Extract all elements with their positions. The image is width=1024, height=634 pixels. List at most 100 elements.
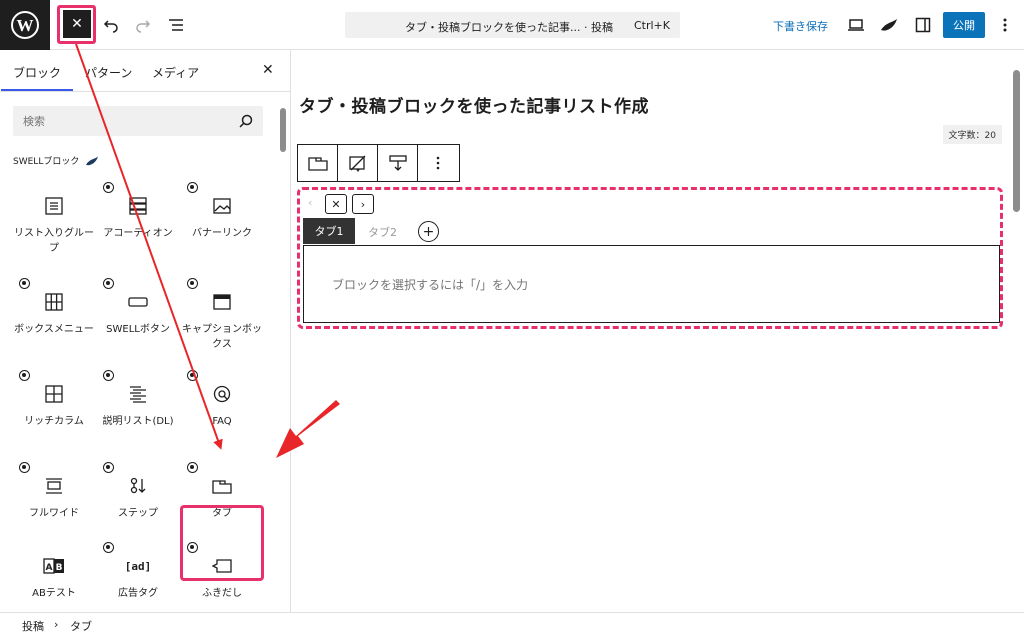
- chevron-right-icon: ›: [54, 618, 59, 631]
- tab-2[interactable]: タブ2: [368, 224, 397, 240]
- document-overview-icon[interactable]: [165, 14, 187, 36]
- swell-badge-icon: [103, 182, 114, 193]
- block-inserter-sidebar: ブロック パターン メディア ✕ SWELLブロック リスト入りグループ アコー…: [0, 50, 291, 612]
- options-more-icon[interactable]: [994, 14, 1016, 36]
- block-faq[interactable]: FAQ: [181, 370, 263, 454]
- block-label: 広告タグ: [118, 588, 158, 599]
- drag-handle-button[interactable]: [338, 145, 378, 181]
- block-label: キャプションボックス: [182, 324, 262, 350]
- more-vertical-icon: [436, 156, 440, 170]
- swell-badge-icon: [187, 370, 198, 381]
- swell-leaf-icon: [86, 156, 99, 165]
- search-input[interactable]: [13, 106, 213, 136]
- block-label: リスト入りグループ: [14, 228, 94, 254]
- tab-content-area[interactable]: ブロックを選択するには「/」を入力: [303, 245, 1000, 323]
- redo-icon[interactable]: [132, 14, 154, 36]
- swell-badge-icon: [103, 462, 114, 473]
- breadcrumb-post[interactable]: 投稿: [22, 618, 44, 634]
- highlight-tab-block: [180, 505, 264, 581]
- tab-prev-icon: ‹: [308, 196, 313, 209]
- columns-icon: [42, 382, 66, 406]
- button-icon: [126, 290, 150, 314]
- svg-text:B: B: [56, 563, 63, 573]
- swell-badge-icon: [187, 182, 198, 193]
- wordpress-logo-icon[interactable]: W: [0, 0, 50, 50]
- caption-box-icon: [210, 290, 234, 314]
- tab-delete-button[interactable]: ✕: [325, 194, 347, 214]
- block-placeholder: ブロックを選択するには「/」を入力: [332, 278, 529, 292]
- block-swell-button[interactable]: SWELLボタン: [97, 278, 179, 362]
- breadcrumb-tab[interactable]: タブ: [70, 618, 92, 634]
- command-bar-shortcut: Ctrl+K: [633, 19, 670, 32]
- block-list-group[interactable]: リスト入りグループ: [13, 182, 95, 266]
- block-caption-box[interactable]: キャプションボックス: [181, 278, 263, 362]
- block-label: バナーリンク: [192, 228, 252, 239]
- tab-block-type-button[interactable]: [298, 145, 338, 181]
- swell-badge-icon: [19, 462, 30, 473]
- block-label: アコーディオン: [103, 228, 173, 239]
- image-icon: [210, 194, 234, 218]
- block-banner-link[interactable]: バナーリンク: [181, 182, 263, 266]
- block-accordion[interactable]: アコーディオン: [97, 182, 179, 266]
- tab-icon: [307, 157, 328, 171]
- add-tab-button[interactable]: +: [418, 221, 439, 242]
- ab-test-icon: AB: [42, 554, 66, 578]
- tab-blocks[interactable]: ブロック: [0, 64, 74, 91]
- block-label: ステップ: [118, 508, 158, 519]
- close-inserter-icon[interactable]: ✕: [262, 62, 274, 78]
- tab-media[interactable]: メディア: [152, 64, 199, 81]
- command-palette-bar[interactable]: タブ・投稿ブロックを使った記事... · 投稿 Ctrl+K: [345, 12, 680, 38]
- block-label: 説明リスト(DL): [102, 416, 174, 427]
- block-label: ボックスメニュー: [14, 324, 94, 335]
- tab-patterns[interactable]: パターン: [85, 64, 132, 81]
- block-label: ふきだし: [202, 588, 242, 599]
- swell-badge-icon: [103, 278, 114, 289]
- highlight-close-button: [57, 5, 96, 44]
- search-icon: [239, 113, 253, 132]
- block-label: リッチカラム: [24, 416, 84, 427]
- sidebar-scrollbar[interactable]: [280, 108, 286, 152]
- swell-badge-icon: [103, 370, 114, 381]
- svg-text:[ad]: [ad]: [126, 560, 150, 573]
- publish-button[interactable]: 公開: [943, 12, 985, 38]
- settings-sidebar-icon[interactable]: [912, 14, 934, 36]
- block-step[interactable]: ステップ: [97, 462, 179, 546]
- ad-tag-icon: [ad]: [126, 554, 150, 578]
- swell-blocks-section-label: SWELLブロック: [13, 154, 99, 167]
- post-title[interactable]: タブ・投稿ブロックを使った記事リスト作成: [299, 92, 649, 117]
- block-label: FAQ: [212, 416, 232, 427]
- list-icon: [42, 194, 66, 218]
- block-rich-column[interactable]: リッチカラム: [13, 370, 95, 454]
- editor-canvas: タブ・投稿ブロックを使った記事リスト作成 文字数：20 ‹ ✕ › タブ1 タブ…: [291, 50, 1024, 612]
- inserter-tabs: ブロック パターン メディア ✕: [0, 50, 291, 92]
- full-wide-icon: [42, 474, 66, 498]
- step-icon: [126, 474, 150, 498]
- tab-block[interactable]: ‹ ✕ › タブ1 タブ2 + ブロックを選択するには「/」を入力: [297, 187, 1003, 329]
- swell-badge-icon: [187, 278, 198, 289]
- block-label: SWELLボタン: [106, 324, 170, 335]
- accordion-icon: [126, 194, 150, 218]
- swell-leaf-icon[interactable]: [878, 14, 900, 36]
- tab-align-icon: [388, 155, 407, 171]
- block-label: ABテスト: [32, 588, 76, 599]
- undo-icon[interactable]: [100, 14, 122, 36]
- swell-badge-icon: [187, 462, 198, 473]
- swell-badge-icon: [19, 278, 30, 289]
- top-toolbar: W ✕ タブ・投稿ブロックを使った記事... · 投稿 Ctrl+K 下書き保存…: [0, 0, 1024, 50]
- swell-badge-icon: [103, 542, 114, 553]
- tab-1[interactable]: タブ1: [303, 218, 355, 244]
- save-draft-button[interactable]: 下書き保存: [773, 18, 828, 34]
- tab-next-button[interactable]: ›: [352, 194, 374, 214]
- tab-settings-button[interactable]: [378, 145, 418, 181]
- block-options-button[interactable]: [418, 145, 458, 181]
- block-search[interactable]: [13, 106, 263, 136]
- block-toolbar: [297, 144, 460, 182]
- tab-icon: [210, 474, 234, 498]
- block-description-list[interactable]: 説明リスト(DL): [97, 370, 179, 454]
- block-full-wide[interactable]: フルワイド: [13, 462, 95, 546]
- editor-scrollbar[interactable]: [1013, 70, 1020, 212]
- preview-laptop-icon[interactable]: [845, 14, 867, 36]
- faq-icon: [210, 382, 234, 406]
- grid-icon: [42, 290, 66, 314]
- block-box-menu[interactable]: ボックスメニュー: [13, 278, 95, 362]
